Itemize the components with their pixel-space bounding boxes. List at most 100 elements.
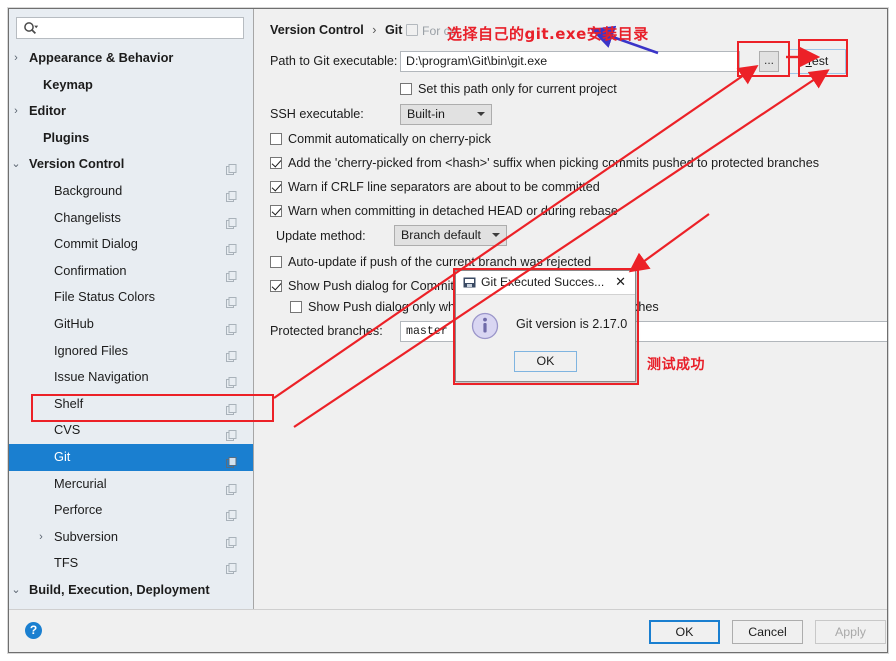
sidebar-item-label: TFS: [54, 555, 79, 571]
sidebar-item-issue-navigation[interactable]: Issue Navigation: [9, 364, 253, 391]
sidebar-item-label: Version Control: [29, 156, 125, 172]
checkbox-box[interactable]: [270, 133, 282, 145]
set-path-only-checkbox[interactable]: Set this path only for current project: [400, 82, 617, 96]
dialog-ok-button[interactable]: OK: [514, 351, 577, 372]
sidebar-item-mercurial[interactable]: Mercurial: [9, 471, 253, 498]
copy-settings-icon[interactable]: [226, 345, 237, 362]
breadcrumb-root[interactable]: Version Control: [270, 23, 364, 37]
cancel-button[interactable]: Cancel: [732, 620, 803, 644]
copy-settings-icon[interactable]: [226, 371, 237, 389]
sidebar-item-shelf[interactable]: Shelf: [9, 391, 253, 418]
copy-settings-icon[interactable]: [226, 504, 237, 522]
sidebar-item-label: Perforce: [54, 502, 103, 518]
sidebar-item-version-control[interactable]: ⌄ Version Control: [9, 151, 253, 178]
chevron-down-icon: [492, 233, 500, 237]
sidebar-item-label: Build, Execution, Deployment: [29, 581, 210, 597]
sidebar-item-keymap[interactable]: Keymap: [9, 72, 253, 99]
copy-settings-icon[interactable]: [226, 318, 237, 335]
chevron-right-icon[interactable]: ›: [10, 45, 22, 72]
checkbox-box[interactable]: [290, 301, 302, 313]
test-button[interactable]: Test: [788, 49, 846, 74]
copy-settings-icon[interactable]: [226, 478, 237, 495]
git-path-input[interactable]: D:\program\Git\bin\git.exe: [400, 51, 740, 72]
ssh-executable-select[interactable]: Built-in: [400, 104, 492, 125]
copy-settings-icon[interactable]: [226, 398, 237, 415]
copy-settings-icon[interactable]: [226, 265, 237, 282]
ok-button[interactable]: OK: [649, 620, 720, 644]
sidebar-item-commit-dialog[interactable]: Commit Dialog: [9, 231, 253, 258]
sidebar-item-editor[interactable]: › Editor: [9, 98, 253, 125]
dialog-title: Git Executed Succes...: [481, 275, 605, 289]
ssh-executable-label: SSH executable:: [270, 107, 364, 121]
chevron-down-icon[interactable]: ⌄: [10, 577, 22, 604]
help-button[interactable]: ?: [25, 622, 42, 639]
sidebar-item-perforce[interactable]: Perforce: [9, 497, 253, 524]
sidebar-item-label: Plugins: [43, 129, 90, 145]
settings-tree[interactable]: › Appearance & Behavior Keymap › Editor Plugi…: [9, 45, 253, 607]
chevron-right-icon[interactable]: ›: [10, 98, 22, 125]
chevron-down-icon[interactable]: ⌄: [24, 603, 36, 607]
chevron-down-icon[interactable]: ⌄: [10, 151, 22, 178]
set-path-only-label: Set this path only for current project: [418, 82, 617, 96]
copy-settings-icon[interactable]: [226, 531, 237, 548]
search-input[interactable]: [43, 18, 243, 40]
sidebar-item-label: File Status Colors: [54, 289, 155, 305]
checkbox-box[interactable]: [270, 157, 282, 169]
sidebar-item-build-tools[interactable]: ⌄ Build Tools: [9, 603, 253, 607]
protected-branches-value: master: [406, 325, 448, 338]
sidebar-item-label: Ignored Files: [54, 342, 128, 358]
sidebar-item-subversion[interactable]: › Subversion: [9, 524, 253, 551]
copy-settings-icon[interactable]: [226, 238, 237, 256]
dialog-footer: ? OK Cancel Apply: [9, 609, 887, 652]
sidebar-item-label: Subversion: [54, 528, 119, 544]
commit-auto-cherrypick-checkbox[interactable]: Commit automatically on cherry-pick: [270, 132, 491, 146]
copy-settings-icon[interactable]: [226, 451, 237, 468]
browse-button[interactable]: ...: [759, 51, 779, 72]
add-cherrypicked-suffix-checkbox[interactable]: Add the 'cherry-picked from <hash>' suff…: [270, 156, 819, 170]
copy-settings-icon[interactable]: [226, 557, 237, 575]
warn-crlf-checkbox[interactable]: Warn if CRLF line separators are about t…: [270, 180, 600, 194]
update-method-label: Update method:: [276, 229, 366, 243]
copy-settings-icon[interactable]: [226, 185, 237, 202]
sidebar-item-label: Shelf: [54, 395, 84, 411]
settings-dialog: › Appearance & Behavior Keymap › Editor Plugi…: [8, 8, 888, 653]
sidebar-item-appearance-behavior[interactable]: › Appearance & Behavior: [9, 45, 253, 72]
checkbox-box[interactable]: [270, 280, 282, 292]
sidebar-item-git[interactable]: Git: [9, 443, 253, 471]
sidebar-item-label: Appearance & Behavior: [29, 50, 174, 65]
sidebar-item-github[interactable]: GitHub: [9, 311, 253, 338]
sidebar-item-cvs[interactable]: CVS: [9, 417, 253, 444]
sidebar-item-label: Changelists: [54, 209, 121, 225]
update-method-value: Branch default: [401, 228, 481, 242]
app-icon: [463, 276, 476, 289]
copy-settings-icon[interactable]: [226, 158, 237, 176]
update-method-select[interactable]: Branch default: [394, 225, 507, 246]
checkbox-box[interactable]: [400, 83, 412, 95]
sidebar-item-label: Issue Navigation: [54, 369, 149, 385]
scope-note-text: For cu: [422, 24, 457, 38]
checkbox-box[interactable]: [270, 181, 282, 193]
sidebar-item-label: GitHub: [54, 315, 94, 331]
checkbox-box[interactable]: [270, 256, 282, 268]
checkbox-label: Warn when committing in detached HEAD or…: [288, 204, 618, 218]
sidebar-item-label: Editor: [29, 103, 66, 119]
sidebar-item-file-status-colors[interactable]: File Status Colors: [9, 284, 253, 311]
search-icon: [23, 21, 39, 36]
sidebar-item-background[interactable]: Background: [9, 178, 253, 205]
search-box[interactable]: [16, 17, 244, 40]
sidebar-item-confirmation[interactable]: Confirmation: [9, 258, 253, 285]
copy-settings-icon[interactable]: [226, 424, 237, 442]
auto-update-push-rejected-checkbox[interactable]: Auto-update if push of the current branc…: [270, 255, 591, 269]
sidebar-item-ignored-files[interactable]: Ignored Files: [9, 338, 253, 365]
copy-settings-icon[interactable]: [226, 212, 237, 229]
sidebar-scrollbar-track[interactable]: [237, 45, 474, 607]
close-icon[interactable]: ✕: [615, 274, 626, 290]
sidebar-item-tfs[interactable]: TFS: [9, 550, 253, 577]
sidebar-item-plugins[interactable]: Plugins: [9, 125, 253, 152]
sidebar-item-build-execution-deployment[interactable]: ⌄ Build, Execution, Deployment: [9, 577, 253, 604]
sidebar-item-changelists[interactable]: Changelists: [9, 205, 253, 232]
copy-settings-icon[interactable]: [226, 291, 237, 309]
warn-detached-head-checkbox[interactable]: Warn when committing in detached HEAD or…: [270, 204, 618, 218]
chevron-right-icon[interactable]: ›: [35, 524, 47, 551]
checkbox-box[interactable]: [270, 205, 282, 217]
